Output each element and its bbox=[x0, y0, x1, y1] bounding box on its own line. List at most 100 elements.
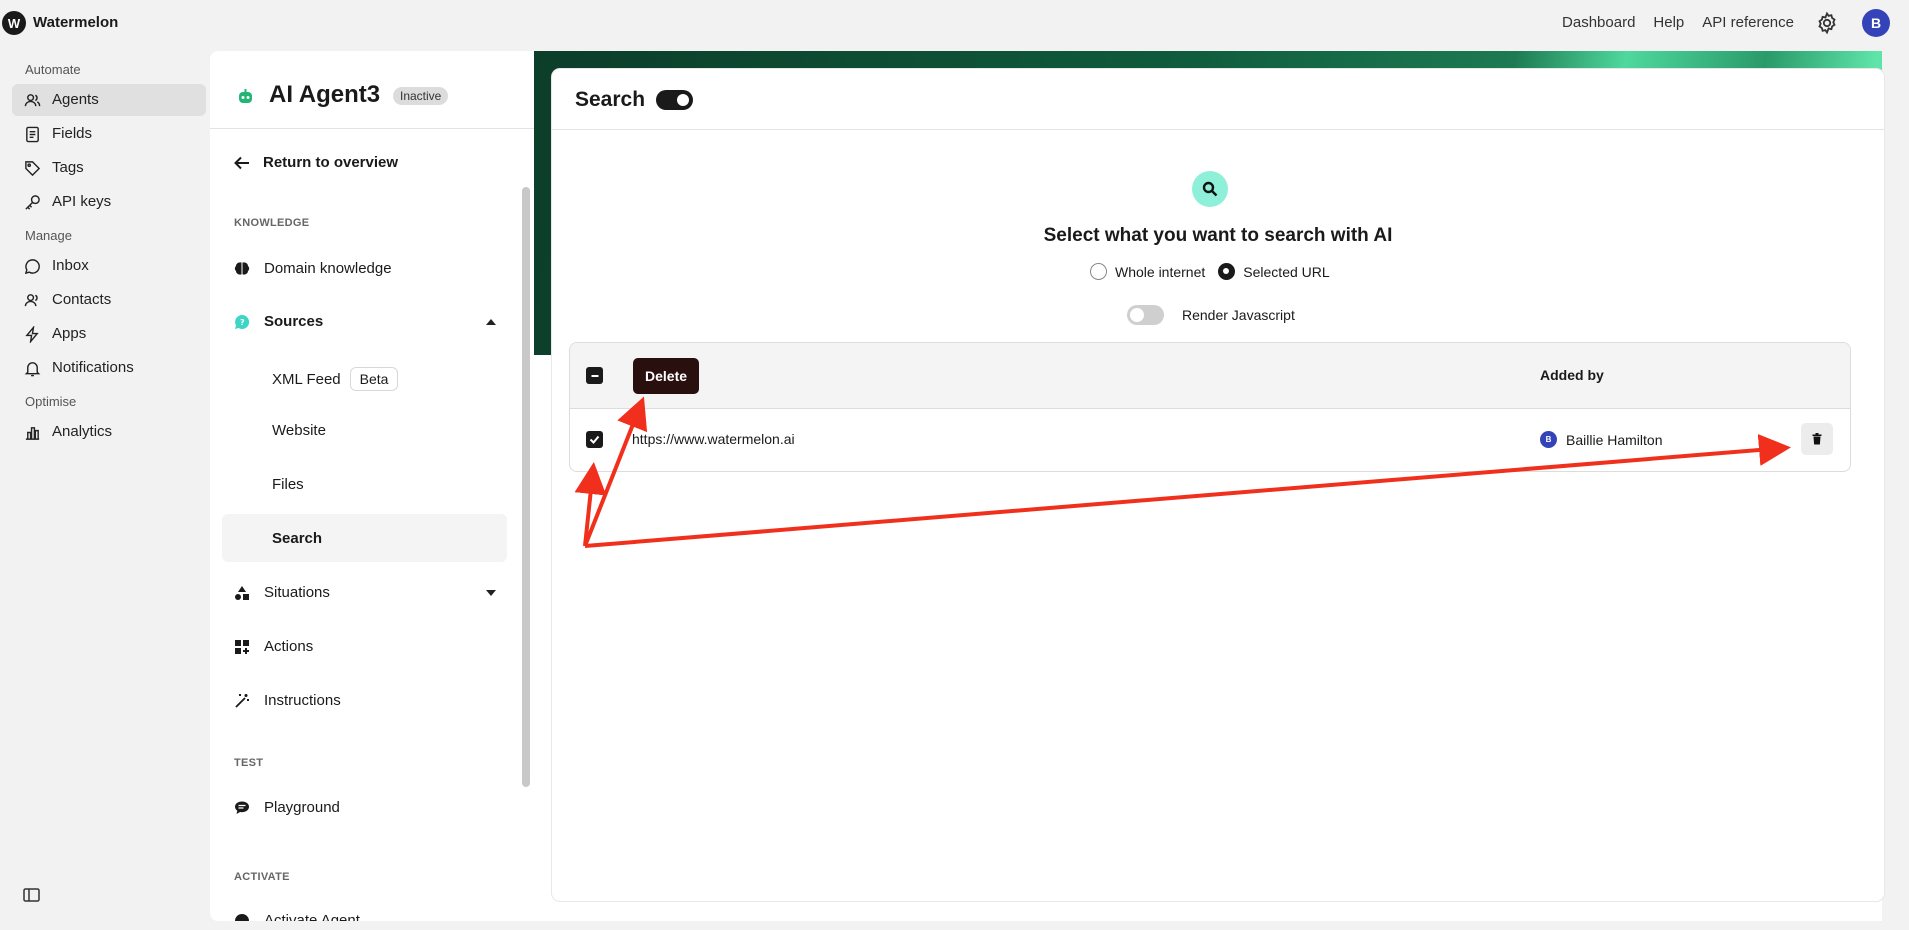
sidebar-item-label: Tags bbox=[52, 159, 84, 176]
situations-label: Situations bbox=[264, 584, 330, 601]
added-by-name: Baillie Hamilton bbox=[1566, 431, 1663, 448]
domain-knowledge-item[interactable]: Domain knowledge bbox=[234, 260, 392, 277]
top-links: Dashboard Help API reference bbox=[1562, 14, 1794, 31]
chat-bubble-icon bbox=[24, 259, 40, 275]
sidebar-toggle-icon[interactable] bbox=[23, 888, 40, 902]
website-item[interactable]: Website bbox=[272, 422, 326, 439]
search-card: Search Select what you want to search wi… bbox=[552, 69, 1884, 901]
panel-scrollbar[interactable] bbox=[522, 187, 530, 787]
sidebar-item-contacts[interactable]: Contacts bbox=[12, 284, 206, 316]
search-item[interactable]: Search bbox=[272, 530, 322, 547]
agent-panel: AI Agent3 Inactive Return to overview KN… bbox=[210, 51, 534, 921]
actions-label: Actions bbox=[264, 638, 314, 655]
brand-name[interactable]: Watermelon bbox=[33, 14, 118, 31]
watermelon-logo[interactable]: W bbox=[2, 11, 26, 35]
domain-knowledge-label: Domain knowledge bbox=[264, 260, 392, 277]
delete-button[interactable]: Delete bbox=[633, 358, 700, 394]
svg-text:?: ? bbox=[240, 318, 245, 327]
user-avatar[interactable]: B bbox=[1862, 9, 1890, 37]
xml-feed-item[interactable]: XML Feed Beta bbox=[272, 367, 399, 391]
sidebar-item-analytics[interactable]: Analytics bbox=[12, 416, 206, 448]
shapes-icon bbox=[235, 585, 249, 600]
sidebar-item-label: Contacts bbox=[52, 291, 112, 308]
api-reference-link[interactable]: API reference bbox=[1702, 14, 1794, 31]
sidebar-item-api-keys[interactable]: API keys bbox=[12, 186, 206, 218]
activate-section-label: ACTIVATE bbox=[234, 871, 290, 883]
left-sidebar: Automate Agents Fields Tags API keys Man… bbox=[0, 46, 210, 930]
help-link[interactable]: Help bbox=[1653, 14, 1684, 31]
document-icon bbox=[26, 126, 39, 143]
playground-item[interactable]: Playground bbox=[234, 799, 340, 816]
render-js-row: Render Javascript bbox=[1127, 305, 1295, 325]
select-heading: Select what you want to search with AI bbox=[1043, 225, 1393, 246]
sidebar-item-label: Apps bbox=[52, 325, 87, 342]
user-avatar-small: B bbox=[1540, 431, 1557, 448]
sources-chat-icon: ? bbox=[235, 314, 250, 329]
top-bar: W Watermelon Dashboard Help API referenc… bbox=[0, 0, 1909, 46]
sidebar-item-apps[interactable]: Apps bbox=[12, 318, 206, 350]
situations-item[interactable]: Situations bbox=[234, 584, 330, 601]
sidebar-item-label: Fields bbox=[52, 125, 93, 142]
sidebar-item-fields[interactable]: Fields bbox=[12, 118, 206, 150]
chat-icon bbox=[235, 801, 249, 814]
sources-label: Sources bbox=[264, 313, 324, 330]
agent-name: AI Agent3 bbox=[269, 81, 381, 108]
card-title: Search bbox=[575, 88, 646, 111]
section-manage: Manage bbox=[25, 228, 72, 243]
gear-icon[interactable] bbox=[1815, 11, 1839, 35]
contacts-icon bbox=[24, 294, 38, 307]
sources-item[interactable]: ? Sources bbox=[234, 313, 323, 330]
selected-url-radio[interactable] bbox=[1218, 263, 1236, 280]
sidebar-item-label: Analytics bbox=[52, 423, 113, 440]
whole-internet-label[interactable]: Whole internet bbox=[1115, 264, 1205, 280]
playground-label: Playground bbox=[264, 799, 340, 816]
instructions-label: Instructions bbox=[264, 692, 341, 709]
dashboard-link[interactable]: Dashboard bbox=[1562, 14, 1635, 31]
minus-icon bbox=[591, 374, 598, 377]
section-automate: Automate bbox=[25, 62, 81, 77]
section-optimise: Optimise bbox=[25, 394, 77, 409]
sidebar-item-tags[interactable]: Tags bbox=[12, 152, 206, 184]
lightning-icon bbox=[25, 326, 39, 343]
render-js-toggle[interactable] bbox=[1127, 305, 1164, 325]
search-item-highlight bbox=[222, 514, 507, 562]
search-enabled-toggle[interactable] bbox=[656, 90, 693, 110]
sidebar-item-notifications[interactable]: Notifications bbox=[12, 352, 206, 384]
added-by-header: Added by bbox=[1540, 367, 1604, 383]
row-checkbox[interactable] bbox=[586, 431, 603, 448]
brain-icon bbox=[234, 261, 250, 275]
sidebar-item-inbox[interactable]: Inbox bbox=[12, 250, 206, 282]
search-icon bbox=[1202, 181, 1218, 197]
activate-agent-item[interactable]: Activate Agent bbox=[234, 912, 360, 921]
select-all-checkbox[interactable] bbox=[586, 367, 603, 384]
grid-plus-icon bbox=[235, 639, 249, 654]
beta-badge: Beta bbox=[349, 367, 399, 391]
sidebar-item-label: API keys bbox=[52, 193, 112, 210]
sidebar-item-label: Agents bbox=[52, 91, 99, 108]
trash-icon bbox=[1812, 433, 1822, 445]
whole-internet-radio[interactable] bbox=[1090, 263, 1107, 280]
sidebar-item-agents[interactable]: Agents bbox=[12, 84, 206, 116]
table-header: Delete Added by bbox=[570, 343, 1850, 409]
table-row[interactable]: https://www.watermelon.ai B Baillie Hami… bbox=[570, 409, 1850, 471]
checkmark-icon bbox=[589, 435, 600, 444]
selected-url-label[interactable]: Selected URL bbox=[1243, 264, 1329, 280]
test-section-label: TEST bbox=[234, 757, 264, 769]
render-js-label: Render Javascript bbox=[1182, 307, 1295, 323]
delete-row-button[interactable] bbox=[1801, 423, 1833, 455]
return-to-overview-link[interactable]: Return to overview bbox=[234, 154, 398, 171]
search-scope-radio-group: Whole internet Selected URL bbox=[1090, 263, 1330, 280]
magic-wand-icon bbox=[235, 693, 249, 708]
chevron-down-icon[interactable] bbox=[486, 590, 496, 596]
chevron-up-icon[interactable] bbox=[486, 319, 496, 325]
agent-header: AI Agent3 Inactive bbox=[210, 51, 534, 129]
arrow-left-icon bbox=[234, 156, 249, 169]
power-icon bbox=[235, 913, 249, 921]
files-item[interactable]: Files bbox=[272, 476, 304, 493]
actions-item[interactable]: Actions bbox=[234, 638, 313, 655]
source-url: https://www.watermelon.ai bbox=[632, 431, 795, 447]
agents-icon bbox=[24, 94, 41, 107]
bar-chart-icon bbox=[25, 427, 40, 440]
instructions-item[interactable]: Instructions bbox=[234, 692, 341, 709]
knowledge-section-label: KNOWLEDGE bbox=[234, 217, 310, 229]
